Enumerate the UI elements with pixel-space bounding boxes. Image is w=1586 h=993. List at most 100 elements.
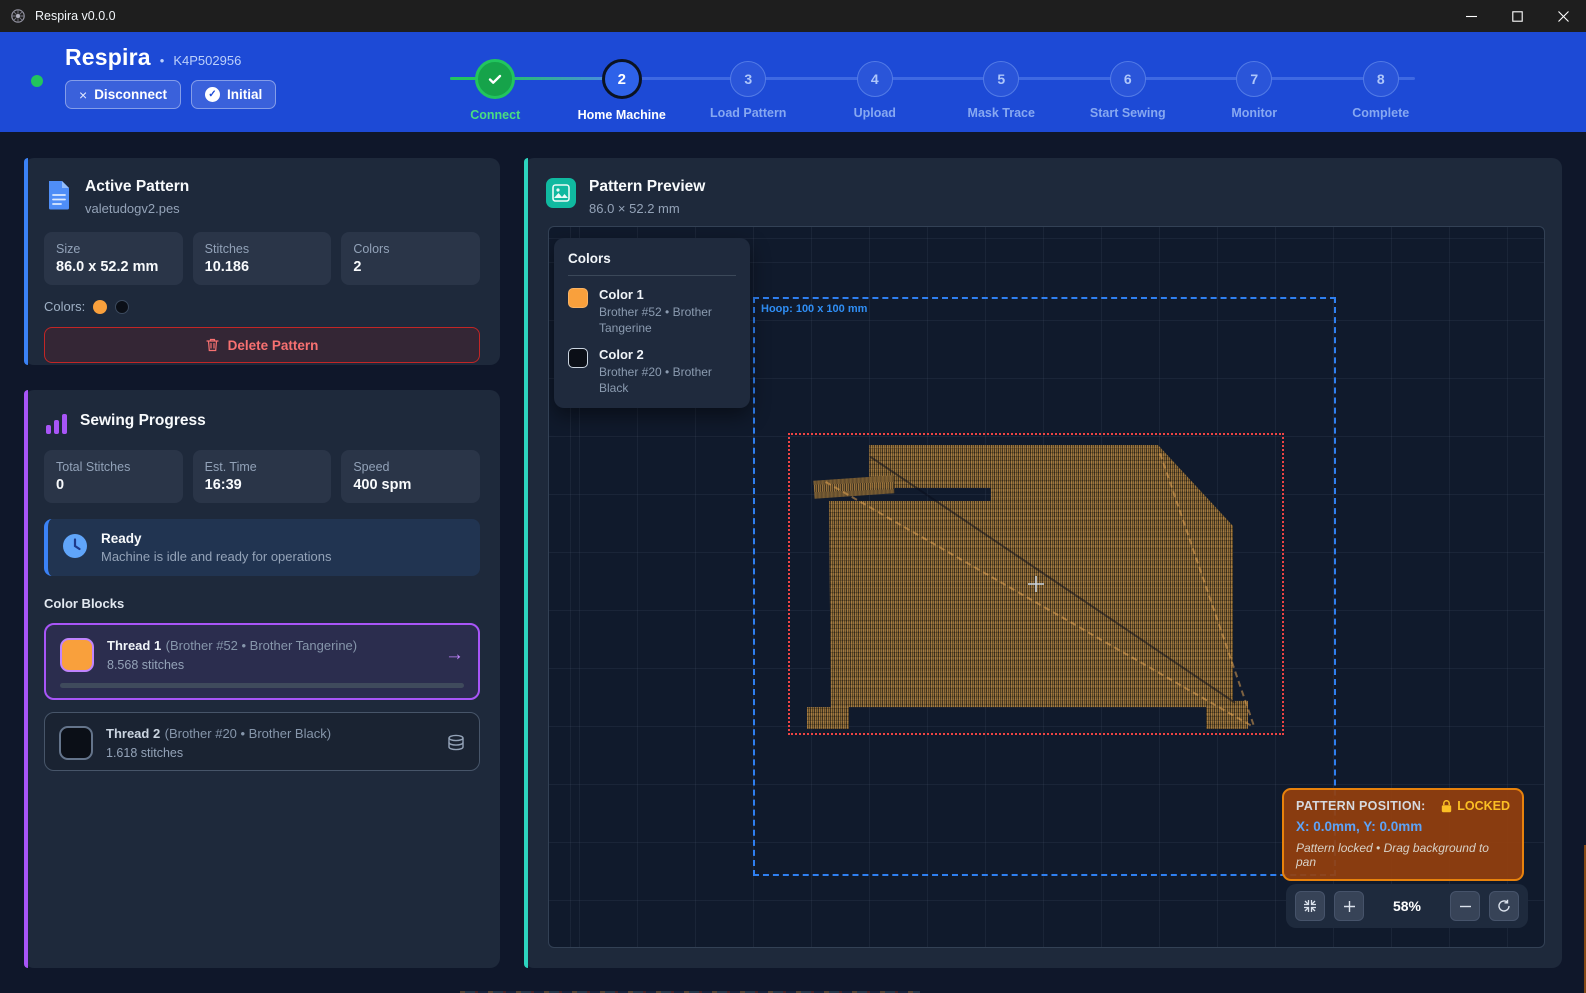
step-label: Monitor [1231, 106, 1277, 120]
stat-stitches: Stitches 10.186 [193, 232, 332, 285]
step-mask-trace[interactable]: 5 Mask Trace [938, 32, 1065, 122]
lock-icon [1441, 800, 1452, 813]
trash-icon [206, 338, 219, 352]
color-swatch-black [115, 300, 129, 314]
window-title: Respira v0.0.0 [35, 9, 116, 23]
step-upload[interactable]: 4 Upload [812, 32, 939, 122]
machine-serial: K4P502956 [173, 53, 241, 68]
card-title: Sewing Progress [80, 412, 206, 434]
zoom-in-button[interactable] [1334, 891, 1364, 921]
window-controls [1448, 0, 1586, 32]
step-number: 3 [730, 61, 766, 97]
bar-chart-icon [46, 412, 67, 434]
step-connect-circle [475, 59, 515, 99]
step-number: 2 [602, 59, 642, 99]
legend-entry-1: Color 1 Brother #52 • Brother Tangerine [568, 287, 736, 336]
step-number: 5 [983, 61, 1019, 97]
connection-status-dot [31, 75, 43, 87]
position-coordinates: X: 0.0mm, Y: 0.0mm [1296, 819, 1510, 834]
brand-block: Respira • K4P502956 × Disconnect ✓ Initi… [65, 44, 276, 109]
step-label: Load Pattern [710, 106, 786, 120]
step-start-sewing[interactable]: 6 Start Sewing [1065, 32, 1192, 122]
minimize-button[interactable] [1448, 0, 1494, 32]
color-swatch-orange [93, 300, 107, 314]
card-accent-teal [524, 158, 528, 968]
sewing-progress-card: Sewing Progress Total Stitches 0 Est. Ti… [24, 390, 500, 968]
initial-button[interactable]: ✓ Initial [191, 80, 276, 109]
app-header: Respira • K4P502956 × Disconnect ✓ Initi… [0, 32, 1586, 132]
machine-status-banner: Ready Machine is idle and ready for oper… [44, 519, 480, 576]
colors-legend: Colors Color 1 Brother #52 • Brother Tan… [554, 238, 750, 408]
reset-view-button[interactable] [1489, 891, 1519, 921]
thread-stitch-count: 8.568 stitches [107, 658, 357, 672]
pattern-position-overlay: PATTERN POSITION: LOCKED X: 0.0mm, Y: 0.… [1282, 788, 1524, 881]
disconnect-x-icon: × [79, 87, 87, 103]
step-label: Upload [854, 106, 896, 120]
pattern-stats: Size 86.0 x 52.2 mm Stitches 10.186 Colo… [44, 232, 480, 285]
close-button[interactable] [1540, 0, 1586, 32]
pattern-preview-card: Pattern Preview 86.0 × 52.2 mm Hoop: 100… [524, 158, 1562, 968]
close-icon [1558, 11, 1569, 22]
status-title: Ready [101, 531, 332, 546]
hoop-label: Hoop: 100 x 100 mm [761, 303, 867, 315]
pattern-dimensions: 86.0 × 52.2 mm [589, 201, 705, 216]
minimize-icon [1466, 11, 1477, 22]
step-label: Complete [1352, 106, 1409, 120]
step-number: 8 [1363, 61, 1399, 97]
fit-to-screen-button[interactable] [1295, 891, 1325, 921]
step-label: Start Sewing [1090, 106, 1166, 120]
layers-icon [447, 734, 465, 752]
step-load-pattern[interactable]: 3 Load Pattern [685, 32, 812, 122]
step-number: 7 [1236, 61, 1272, 97]
thread-detail: (Brother #52 • Brother Tangerine) [166, 638, 357, 653]
thread-name: Thread 2 [106, 726, 160, 741]
main-content: Active Pattern valetudogv2.pes Size 86.0… [0, 132, 1586, 993]
legend-title: Colors [568, 251, 736, 276]
preview-canvas[interactable]: Hoop: 100 x 100 mm Colors Color 1 Brothe… [548, 226, 1545, 948]
delete-pattern-button[interactable]: Delete Pattern [44, 327, 480, 363]
step-home-machine[interactable]: 2 Home Machine [559, 32, 686, 122]
center-crosshair [1035, 576, 1037, 592]
thread-name: Thread 1 [107, 638, 161, 653]
locked-label: LOCKED [1457, 799, 1510, 813]
legend-swatch-black [568, 348, 588, 368]
minus-icon [1459, 900, 1472, 913]
pattern-filename: valetudogv2.pes [85, 201, 189, 216]
thread-stitch-count: 1.618 stitches [106, 746, 331, 760]
step-complete[interactable]: 8 Complete [1318, 32, 1445, 122]
thread-2-swatch [59, 726, 93, 760]
step-number: 6 [1110, 61, 1146, 97]
active-pattern-card: Active Pattern valetudogv2.pes Size 86.0… [24, 158, 500, 365]
legend-swatch-orange [568, 288, 588, 308]
thread-1-swatch [60, 638, 94, 672]
zoom-out-button[interactable] [1450, 891, 1480, 921]
status-description: Machine is idle and ready for operations [101, 549, 332, 564]
zoom-toolbar: 58% [1286, 884, 1528, 928]
position-title: PATTERN POSITION: [1296, 799, 1426, 813]
step-label: Home Machine [578, 108, 666, 122]
file-icon [46, 180, 72, 210]
step-monitor[interactable]: 7 Monitor [1191, 32, 1318, 122]
step-connect[interactable]: Connect [432, 32, 559, 122]
sewing-stats: Total Stitches 0 Est. Time 16:39 Speed 4… [44, 450, 480, 503]
thread-block-2[interactable]: Thread 2 (Brother #20 • Brother Black) 1… [44, 712, 480, 771]
stat-total-stitches: Total Stitches 0 [44, 450, 183, 503]
initial-label: Initial [227, 87, 262, 102]
card-title: Pattern Preview [589, 178, 705, 196]
check-icon [487, 71, 503, 87]
titlebar: Respira v0.0.0 [0, 0, 1586, 32]
fit-to-screen-icon [1303, 899, 1317, 913]
disconnect-button[interactable]: × Disconnect [65, 80, 181, 109]
app-icon [10, 8, 26, 24]
stat-speed: Speed 400 spm [341, 450, 480, 503]
thread-detail: (Brother #20 • Brother Black) [165, 726, 331, 741]
stat-est-time: Est. Time 16:39 [193, 450, 332, 503]
plus-icon [1343, 900, 1356, 913]
thread-block-1[interactable]: Thread 1 (Brother #52 • Brother Tangerin… [44, 623, 480, 700]
step-number: 4 [857, 61, 893, 97]
maximize-button[interactable] [1494, 0, 1540, 32]
maximize-icon [1512, 11, 1523, 22]
step-label: Mask Trace [968, 106, 1035, 120]
card-accent-blue [24, 158, 28, 365]
thread-progress-bar [60, 683, 464, 688]
